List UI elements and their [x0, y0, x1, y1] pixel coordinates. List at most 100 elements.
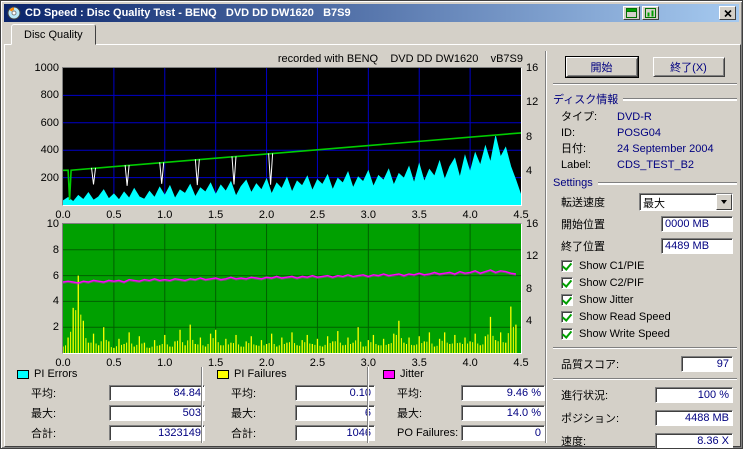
pi-failures-max-value: 6	[295, 405, 375, 421]
checkbox-box[interactable]	[561, 328, 573, 340]
disc-type-label: タイプ:	[561, 111, 598, 123]
tick-label: 16	[526, 218, 539, 230]
tick-label: 4.0	[462, 209, 478, 221]
transfer-speed-label: 転送速度	[561, 197, 605, 209]
close-button[interactable]	[719, 6, 736, 20]
titlebar[interactable]: CD Speed : Disc Quality Test - BENQ DVD …	[4, 4, 739, 22]
tick-label: 1000	[34, 62, 59, 74]
window-title: CD Speed : Disc Quality Test - BENQ DVD …	[25, 7, 351, 19]
tick-label: 1.5	[208, 209, 224, 221]
tick-label: 2	[52, 321, 59, 334]
checkbox-label: Show C1/PIE	[579, 260, 645, 272]
checkbox-label: Show Jitter	[579, 294, 634, 306]
separator	[553, 378, 737, 380]
end-position-field[interactable]: 4489 MB	[661, 238, 733, 254]
tick-label: 0.5	[106, 209, 122, 221]
separator	[553, 83, 737, 85]
stats-separator-2	[367, 367, 369, 443]
position-label: ポジション:	[561, 412, 620, 425]
checkbox-show-jitter[interactable]: Show Jitter	[561, 293, 739, 307]
checkbox-box[interactable]	[561, 277, 573, 289]
jitter-legend-label: Jitter	[400, 368, 424, 380]
app-cd-disc-icon	[7, 6, 21, 20]
jitter-swatch	[383, 369, 395, 379]
tab-disc-quality[interactable]: Disc Quality	[11, 24, 96, 45]
tick-label: 800	[40, 89, 59, 102]
tab-page: recorded with BENQ DVD DD DW1620 vB7S9 1…	[4, 44, 741, 448]
checkbox-box[interactable]	[561, 311, 573, 323]
pi-errors-max-value: 503	[109, 405, 205, 421]
start-position-label: 開始位置	[561, 219, 605, 231]
max-label: 最大:	[231, 408, 257, 420]
pi-failures-avg-value: 0.10	[295, 385, 375, 401]
green-window-icon	[626, 8, 637, 18]
total-label: 合計:	[231, 428, 257, 440]
pi-failures-stats: PI Failures 平均: 0.10 最大: 6 合計: 1046	[215, 367, 375, 441]
titlebar-green-window-icon-button-2[interactable]	[642, 6, 659, 20]
pif-jitter-chart	[62, 223, 522, 354]
start-position-field[interactable]: 0000 MB	[661, 216, 733, 232]
tick-label: 3.5	[411, 209, 427, 221]
stats-panel: PI Errors 平均: 84.84 最大: 503 合計: 1323149 PI …	[13, 367, 545, 445]
control-panel: 開始 終了(X) ディスク情報 タイプ: DVD-R ID: POSG04 日付: 2…	[551, 49, 739, 448]
speed-value: 8.36 X	[655, 432, 733, 448]
pi-failures-swatch	[217, 369, 229, 379]
start-button[interactable]: 開始	[564, 56, 639, 78]
tick-label: 4.5	[513, 209, 529, 221]
speed-label: 速度:	[561, 435, 587, 448]
separator	[553, 347, 737, 349]
checkbox-label: Show C2/PIF	[579, 277, 644, 289]
quality-score-label: 品質スコア:	[561, 358, 620, 371]
jitter-stats: Jitter 平均: 9.46 % 最大: 14.0 % PO Failures: 0	[381, 367, 545, 441]
titlebar-green-window-icon-button-1[interactable]	[623, 6, 640, 20]
chevron-down-icon[interactable]	[716, 194, 732, 210]
tick-label: 10	[46, 218, 59, 230]
pi-failures-legend-label: PI Failures	[234, 368, 287, 380]
pi-errors-avg-value: 84.84	[109, 385, 205, 401]
pi-errors-legend-label: PI Errors	[34, 368, 78, 380]
close-x-icon	[723, 9, 732, 17]
tick-label: 0.0	[55, 209, 71, 221]
pi-errors-swatch	[17, 369, 29, 379]
green-window-icon	[645, 8, 656, 18]
disc-info-header: ディスク情報	[553, 91, 737, 107]
transfer-speed-select[interactable]: 最大	[639, 193, 733, 211]
checkbox-show-read-speed[interactable]: Show Read Speed	[561, 310, 739, 324]
pie-speed-chart	[62, 67, 522, 206]
checkbox-show-c1-pie[interactable]: Show C1/PIE	[561, 259, 739, 273]
app-window: CD Speed : Disc Quality Test - BENQ DVD …	[0, 0, 743, 449]
tick-label: 4	[526, 314, 533, 327]
titlebar-spacer	[659, 13, 717, 14]
jitter-avg-value: 9.46 %	[461, 385, 545, 401]
disc-date-label: 日付:	[561, 143, 587, 155]
disc-label-label: Label:	[561, 159, 591, 171]
panel-separator	[545, 51, 547, 443]
checkbox-show-write-speed[interactable]: Show Write Speed	[561, 327, 739, 341]
disc-id-value: POSG04	[617, 127, 662, 139]
tick-label: 3.0	[360, 209, 376, 221]
checkbox-show-c2-pif[interactable]: Show C2/PIF	[561, 276, 739, 290]
stats-separator-1	[201, 367, 203, 443]
disc-info-title: ディスク情報	[553, 94, 619, 106]
progress-label: 進行状況:	[561, 389, 609, 402]
po-failures-value: 0	[461, 425, 545, 441]
position-value: 4488 MB	[655, 409, 733, 426]
checkbox-label: Show Write Speed	[579, 328, 670, 340]
recording-info-text: recorded with BENQ DVD DD DW1620 vB7S9	[277, 53, 523, 65]
jitter-max-value: 14.0 %	[461, 405, 545, 421]
checkbox-label: Show Read Speed	[579, 311, 671, 323]
checkbox-box[interactable]	[561, 294, 573, 306]
total-label: 合計:	[31, 428, 57, 440]
max-label: 最大:	[31, 408, 57, 420]
checkbox-box[interactable]	[561, 260, 573, 272]
transfer-speed-value: 最大	[643, 198, 665, 210]
tick-label: 12	[526, 250, 539, 263]
tick-label: 8	[526, 130, 533, 143]
exit-button[interactable]: 終了(X)	[652, 57, 725, 77]
tick-label: 12	[526, 96, 539, 109]
tick-label: 1.0	[157, 209, 173, 221]
disc-label-value: CDS_TEST_B2	[617, 159, 695, 171]
pi-failures-total-value: 1046	[295, 425, 375, 441]
quality-score-value: 97	[681, 355, 733, 372]
tick-label: 8	[52, 243, 59, 256]
